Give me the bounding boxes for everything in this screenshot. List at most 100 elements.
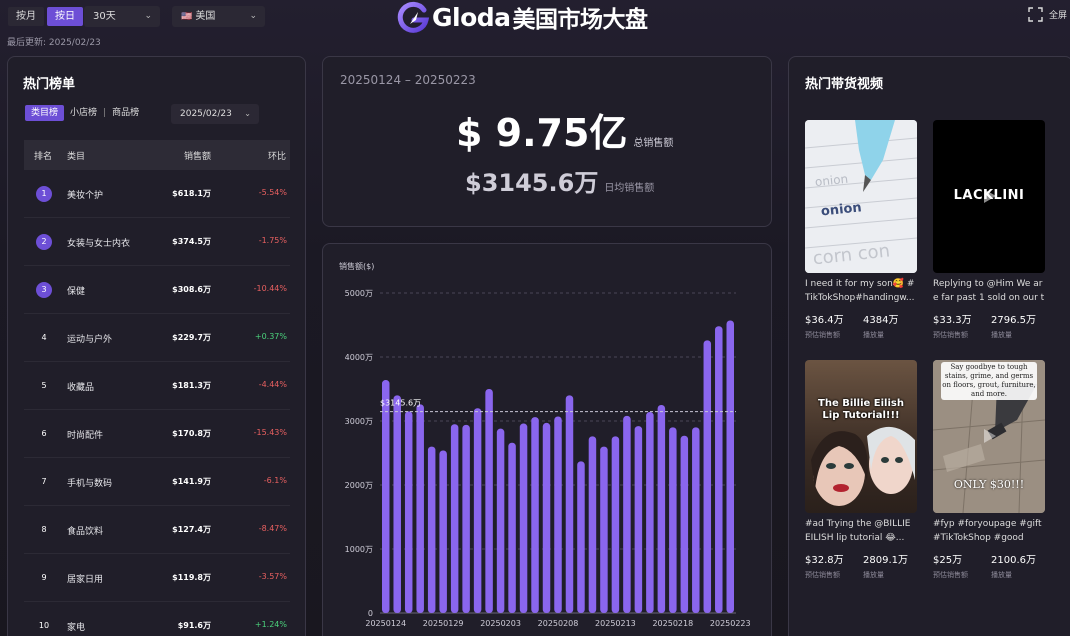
table-row[interactable]: 4 运动与户外 $229.7万 +0.37%	[24, 314, 290, 362]
video-caption: Replying to @Him We are far past 1 sold …	[933, 279, 1045, 303]
video-card[interactable]: The Billie Eilish Lip Tutorial!!! #ad Tr…	[805, 360, 917, 580]
video-card[interactable]: onion onion corn con I need it for my so…	[805, 120, 917, 340]
category-name: 运动与户外	[67, 335, 113, 345]
chart-bar	[565, 395, 574, 613]
date-range: 20250124 – 20250223	[340, 73, 476, 87]
country-select-value: 美国	[195, 11, 216, 22]
category-sales: $91.6万	[177, 621, 211, 630]
hot-videos-panel: 热门带货视频 onion onion corn con I need it fo…	[788, 56, 1070, 636]
total-sales-value: $ 9.75亿	[456, 111, 628, 155]
gloda-logo-icon	[397, 1, 430, 33]
video-thumbnail[interactable]: LACKLINI	[933, 120, 1045, 273]
daily-sales: $3145.6万 日均销售额	[465, 163, 654, 198]
total-sales-label: 总销售额	[633, 138, 674, 149]
category-sales: $141.9万	[172, 477, 211, 486]
category-sales: $119.8万	[172, 573, 211, 582]
average-line-label: $3145.6万	[380, 399, 421, 408]
table-row[interactable]: 9 居家日用 $119.8万 -3.57%	[24, 554, 290, 602]
video-sales: $36.4万	[805, 315, 844, 326]
video-caption: I need it for my son🥰 #TikTokShop#handin…	[805, 279, 915, 303]
category-change: -15.43%	[253, 428, 287, 437]
table-row[interactable]: 2 女装与女士内衣 $374.5万 -1.75%	[24, 218, 290, 266]
y-tick-label: 0	[368, 609, 373, 618]
chart-bar	[427, 446, 436, 613]
summary-panel: 20250124 – 20250223 $ 9.75亿 总销售额 $3145.6…	[322, 56, 772, 227]
tab-product[interactable]: 商品榜	[106, 105, 145, 121]
thumbnail-text: The Billie Eilish Lip Tutorial!!!	[818, 398, 904, 421]
category-change: -6.1%	[263, 476, 287, 485]
category-name: 时尚配件	[67, 431, 104, 441]
table-header: 排名 类目 销售额 环比	[24, 140, 290, 170]
thumbnail-caption: Say goodbye to tough stains, grime, and …	[941, 362, 1037, 400]
table-row[interactable]: 10 家电 $91.6万 +1.24%	[24, 602, 290, 636]
total-sales: $ 9.75亿 总销售额	[456, 102, 673, 157]
chart-bar	[669, 427, 677, 613]
rank-badge: 8	[41, 525, 47, 534]
chart-bar	[588, 436, 597, 613]
rank-badge: 10	[38, 621, 50, 630]
video-caption: #ad Trying the @BILLIE EILISH lip tutori…	[805, 519, 911, 543]
table-row[interactable]: 1 美妆个护 $618.1万 -5.54%	[24, 170, 290, 218]
chevron-down-icon: ⌄	[244, 109, 251, 118]
chart-bar	[623, 415, 631, 613]
video-thumbnail[interactable]: Say goodbye to tough stains, grime, and …	[933, 360, 1045, 513]
period-select[interactable]: 30天 ⌄	[84, 6, 160, 27]
category-change: -3.57%	[258, 572, 287, 581]
video-plays-label: 播放量	[863, 331, 884, 339]
video-thumbnail[interactable]: The Billie Eilish Lip Tutorial!!!	[805, 360, 917, 513]
chart-bar	[554, 416, 562, 613]
category-name: 女装与女士内衣	[67, 239, 131, 249]
toggle-by-month[interactable]: 按月	[8, 7, 44, 26]
video-sales: $33.3万	[933, 315, 972, 326]
category-name: 食品饮料	[67, 527, 104, 537]
rank-badge: 5	[41, 381, 47, 390]
table-row[interactable]: 7 手机与数码 $141.9万 -6.1%	[24, 458, 290, 506]
table-row[interactable]: 5 收藏品 $181.3万 -4.44%	[24, 362, 290, 410]
video-card[interactable]: LACKLINI Replying to @Him We are far pas…	[933, 120, 1045, 340]
tab-shop[interactable]: 小店榜	[64, 105, 103, 121]
video-stats: $36.4万 预估销售额 4384万播放量	[805, 311, 917, 340]
category-change: -4.44%	[258, 380, 287, 389]
chart-bar	[473, 408, 482, 613]
video-sales-label: 预估销售额	[805, 331, 840, 339]
category-sales: $170.8万	[172, 429, 211, 438]
x-tick-label: 20250213	[595, 619, 636, 628]
chart-bar	[577, 461, 585, 613]
tab-category[interactable]: 类目榜	[25, 105, 65, 121]
daily-sales-value: $3145.6万	[465, 169, 599, 197]
chart-bar	[485, 389, 493, 613]
fullscreen-button[interactable]: 全屏	[1028, 7, 1067, 22]
y-tick-label: 2000万	[345, 481, 373, 490]
table-row[interactable]: 6 时尚配件 $170.8万 -15.43%	[24, 410, 290, 458]
video-caption: #fyp #foryoupage #gift #TikTokShop #good	[933, 519, 1042, 543]
video-card[interactable]: Say goodbye to tough stains, grime, and …	[933, 360, 1045, 580]
country-select[interactable]: 🇺🇸 美国 ⌄	[172, 6, 265, 27]
daily-sales-bar-chart: 销售额($) 0 1000万 2000万 3000万 4000万 5000万 $3145.6万…	[339, 261, 751, 628]
play-icon	[984, 189, 996, 203]
y-axis-label: 销售额($)	[339, 261, 374, 271]
hot-ranking-panel: 热门榜单 类目榜 小店榜 | 商品榜 2025/02/23 ⌄ 排名 类目 销售…	[7, 56, 306, 636]
y-tick-label: 1000万	[345, 545, 373, 554]
toggle-by-day[interactable]: 按日	[47, 7, 83, 26]
chart-bar	[416, 404, 424, 613]
table-row[interactable]: 8 食品饮料 $127.4万 -8.47%	[24, 506, 290, 554]
table-row[interactable]: 3 保健 $308.6万 -10.44%	[24, 266, 290, 314]
header-change: 环比	[268, 152, 287, 162]
ranking-date-select[interactable]: 2025/02/23 ⌄	[171, 104, 259, 124]
rank-badge: 2	[36, 234, 52, 250]
category-sales: $181.3万	[172, 381, 211, 390]
chevron-down-icon: ⌄	[144, 11, 152, 21]
video-stats: $25万 预估销售额 2100.6万 播放量	[933, 551, 1045, 580]
category-sales: $127.4万	[172, 525, 211, 534]
rank-badge: 3	[36, 282, 52, 298]
chart-bar	[404, 411, 413, 613]
fullscreen-icon	[1028, 7, 1043, 22]
period-select-value: 30天	[93, 11, 116, 22]
last-updated-text: 最后更新: 2025/02/23	[7, 38, 101, 48]
chart-bar	[611, 436, 620, 613]
chart-bar	[393, 395, 401, 613]
video-thumbnail[interactable]: onion onion corn con	[805, 120, 917, 273]
video-sales: $25万	[933, 555, 963, 566]
video-plays: 4384万	[863, 315, 899, 326]
rank-badge: 1	[36, 186, 52, 202]
